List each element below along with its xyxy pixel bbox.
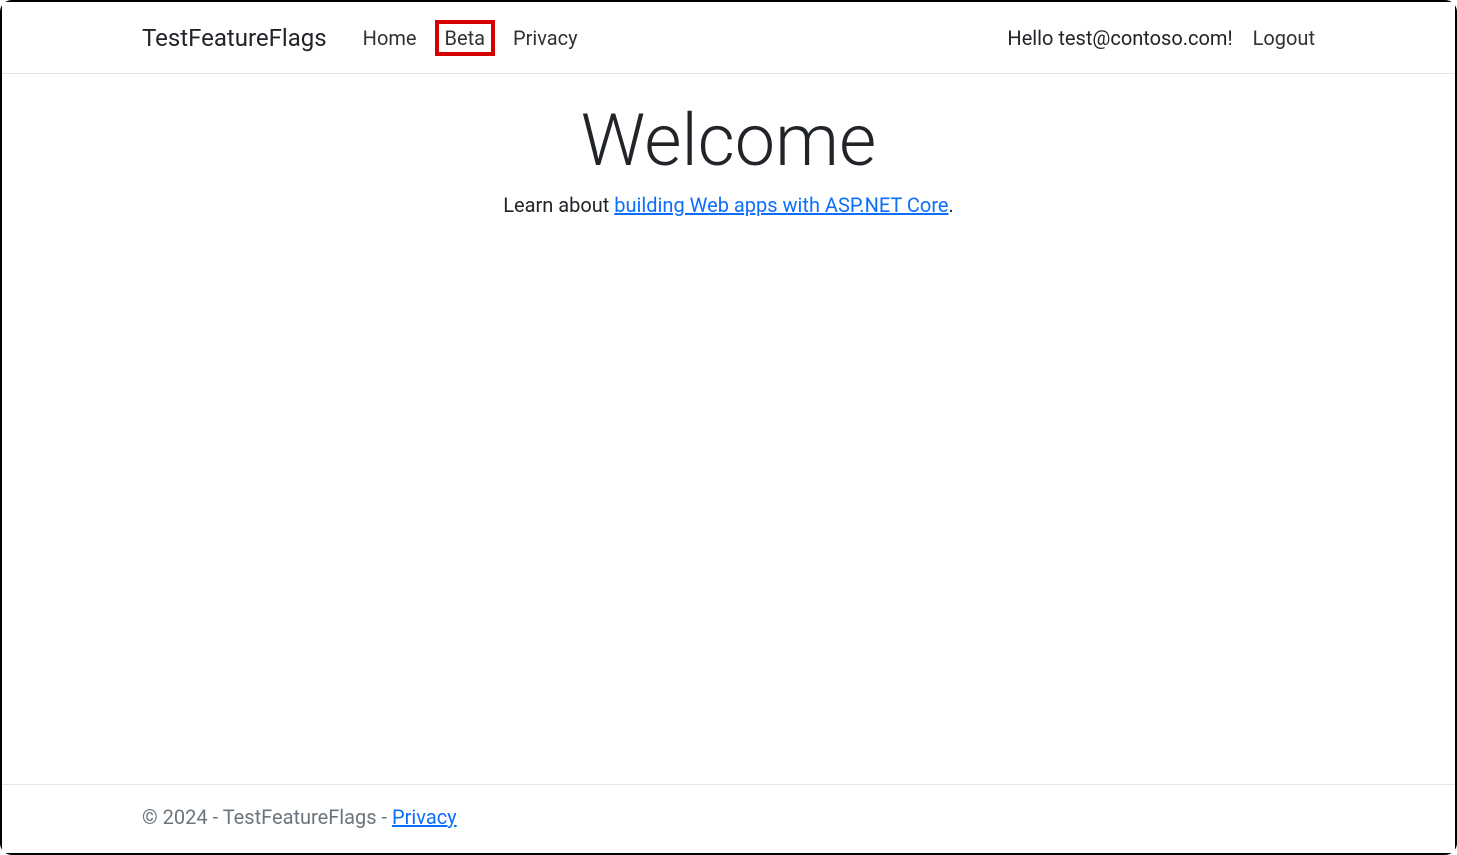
nav-container: TestFeatureFlags Home Beta Privacy Hello… <box>2 20 1455 56</box>
footer-privacy-link[interactable]: Privacy <box>392 805 457 829</box>
lead-suffix: . <box>949 193 954 217</box>
footer: © 2024 - TestFeatureFlags - Privacy <box>2 784 1455 853</box>
nav-left: TestFeatureFlags Home Beta Privacy <box>142 20 586 56</box>
nav-privacy-link[interactable]: Privacy <box>505 22 586 54</box>
navbar: TestFeatureFlags Home Beta Privacy Hello… <box>2 2 1455 74</box>
page-title: Welcome <box>2 98 1455 183</box>
nav-home-link[interactable]: Home <box>355 22 425 54</box>
footer-copyright: © 2024 - TestFeatureFlags - <box>142 805 392 829</box>
lead-text: Learn about building Web apps with ASP.N… <box>2 193 1455 217</box>
nav-beta-link[interactable]: Beta <box>435 20 496 56</box>
logout-link[interactable]: Logout <box>1253 26 1315 50</box>
nav-right: Hello test@contoso.com! Logout <box>1007 26 1315 50</box>
user-greeting: Hello test@contoso.com! <box>1007 26 1232 50</box>
main-content: Welcome Learn about building Web apps wi… <box>2 74 1455 217</box>
lead-prefix: Learn about <box>503 193 614 217</box>
lead-link[interactable]: building Web apps with ASP.NET Core <box>614 193 948 217</box>
brand-link[interactable]: TestFeatureFlags <box>142 24 327 52</box>
